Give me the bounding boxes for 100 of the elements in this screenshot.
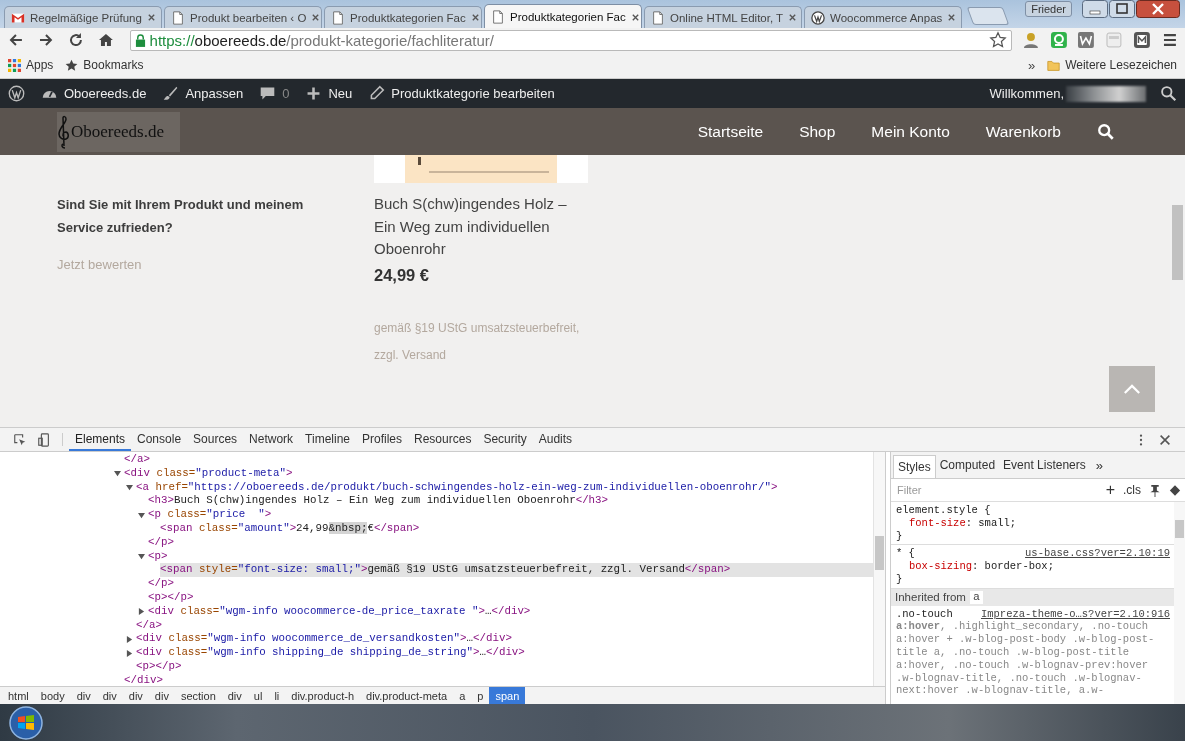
forward-icon[interactable] bbox=[37, 32, 54, 48]
address-bar[interactable]: https://oboereeds.de/produkt-kategorie/fachliteratur/ bbox=[129, 29, 1012, 51]
css-declaration[interactable]: font-size: small; bbox=[896, 516, 1170, 530]
browser-tab[interactable]: Regelmäßige Prüfung bbox=[4, 6, 162, 28]
person-icon[interactable] bbox=[1021, 31, 1040, 49]
close-icon[interactable] bbox=[470, 13, 480, 22]
disclosure-triangle-icon[interactable] bbox=[138, 511, 145, 519]
devtools-tab[interactable]: Profiles bbox=[356, 428, 409, 451]
device-icon[interactable] bbox=[37, 432, 51, 447]
dom-node[interactable]: <p></p> bbox=[136, 659, 873, 674]
dom-node[interactable]: <span style="font-size: small;">gemäß §19 UStG umsatzsteuerbefreit, zzgl. Versand</span> bbox=[160, 563, 873, 578]
search-icon[interactable] bbox=[1160, 85, 1177, 102]
bookmark-item[interactable]: Apps bbox=[8, 58, 54, 72]
search-icon[interactable] bbox=[1097, 122, 1115, 141]
breadcrumb-item[interactable]: div.product-h bbox=[285, 687, 361, 704]
breadcrumb-item[interactable]: div bbox=[96, 687, 123, 704]
nav-link[interactable]: Warenkorb bbox=[985, 122, 1061, 141]
dom-node[interactable]: </p> bbox=[148, 577, 873, 591]
dom-node[interactable]: <div class="product-meta"> bbox=[124, 466, 873, 481]
menu-icon[interactable] bbox=[1161, 31, 1179, 49]
site-link[interactable]: Oboereeds.de bbox=[41, 85, 147, 102]
more-tabs-button[interactable]: » bbox=[1089, 452, 1109, 478]
dom-node[interactable]: <p> bbox=[148, 549, 873, 564]
devtools-tab[interactable]: Sources bbox=[187, 428, 244, 451]
nav-link[interactable]: Shop bbox=[799, 122, 836, 141]
product-title[interactable]: Buch S(chw)ingendes Holz – Ein Weg zum individuellen Oboenrohr bbox=[374, 193, 579, 261]
breadcrumb-item[interactable]: span bbox=[489, 687, 526, 704]
breadcrumb-item[interactable]: div.product-meta bbox=[360, 687, 454, 704]
nav-link[interactable]: Mein Konto bbox=[871, 122, 950, 141]
nav-link[interactable]: Startseite bbox=[697, 122, 764, 141]
disclosure-triangle-icon[interactable] bbox=[126, 484, 133, 491]
dom-node[interactable]: <div class="wgm-info woocommerce-de_price_taxrate ">…</div> bbox=[148, 604, 873, 619]
breadcrumb-item[interactable]: p bbox=[471, 687, 490, 704]
bookmark-folder[interactable]: Weitere Lesezeichen bbox=[1047, 58, 1177, 72]
dom-node[interactable]: <div class="wgm-info woocommerce_de_versandkosten">…</div> bbox=[136, 632, 873, 647]
reload-icon[interactable] bbox=[67, 32, 84, 48]
bookmark-item[interactable]: Bookmarks bbox=[65, 58, 144, 72]
home-icon[interactable] bbox=[97, 32, 114, 48]
dom-node[interactable]: </p> bbox=[148, 535, 873, 550]
close-icon[interactable] bbox=[630, 12, 640, 22]
dom-node[interactable]: <p class="price "> bbox=[148, 508, 873, 522]
breadcrumb-item[interactable]: div bbox=[221, 687, 248, 704]
diamond-icon[interactable] bbox=[1169, 483, 1181, 497]
styles-tab[interactable]: Computed bbox=[935, 452, 1000, 478]
breadcrumb-item[interactable]: a bbox=[453, 687, 472, 704]
dom-node[interactable]: <span class="amount">24,99&nbsp;€</span> bbox=[160, 522, 873, 536]
disclosure-triangle-icon[interactable] bbox=[126, 649, 133, 657]
breadcrumb-item[interactable]: div bbox=[148, 687, 175, 704]
dom-node[interactable]: </a> bbox=[136, 618, 873, 633]
extension-icon[interactable] bbox=[1077, 31, 1096, 49]
css-declaration[interactable]: box-sizing: border-box; bbox=[896, 560, 1170, 573]
dom-node[interactable]: <p></p> bbox=[148, 590, 873, 605]
close-icon[interactable] bbox=[1158, 432, 1172, 447]
close-icon[interactable] bbox=[1136, 0, 1180, 18]
inspect-icon[interactable] bbox=[13, 432, 27, 447]
class-toggle-button[interactable]: .cls bbox=[1123, 483, 1141, 497]
close-icon[interactable] bbox=[311, 13, 321, 22]
filter-field[interactable]: Filter bbox=[895, 483, 1098, 497]
disclosure-triangle-icon[interactable] bbox=[138, 552, 145, 560]
close-icon[interactable] bbox=[146, 13, 156, 22]
styles-tab[interactable]: Styles bbox=[893, 455, 936, 478]
dom-node[interactable]: <a href="https://oboereeds.de/produkt/buch-schwingendes-holz-ein-weg-zum-individuellen-oboenrohr/"> bbox=[136, 480, 873, 495]
devtools-tab[interactable]: Elements bbox=[69, 428, 132, 451]
minimize-icon[interactable] bbox=[1082, 0, 1108, 18]
dom-node[interactable]: </div> bbox=[124, 673, 873, 686]
new-link[interactable]: Neu bbox=[305, 85, 353, 102]
browser-tab[interactable]: Produktkategorien Fac bbox=[484, 4, 642, 29]
browser-tab[interactable]: Woocommerce Anpas bbox=[804, 6, 962, 28]
breadcrumb-item[interactable]: body bbox=[34, 687, 71, 704]
browser-tab[interactable]: Produktkategorien Fac bbox=[324, 6, 482, 28]
breadcrumb-item[interactable]: div bbox=[122, 687, 149, 704]
bookmark-star-icon[interactable] bbox=[988, 31, 1007, 49]
inherited-element[interactable]: a bbox=[969, 590, 983, 604]
customize-link[interactable]: Anpassen bbox=[162, 85, 244, 102]
bookmarks-overflow-button[interactable]: » bbox=[1027, 57, 1036, 73]
devtools-tab[interactable]: Resources bbox=[408, 428, 478, 451]
start-button[interactable] bbox=[8, 704, 44, 741]
extension-icon[interactable] bbox=[1133, 31, 1152, 49]
breadcrumb-item[interactable]: section bbox=[174, 687, 222, 704]
styles-tab[interactable]: Event Listeners bbox=[999, 452, 1090, 478]
maximize-icon[interactable] bbox=[1109, 0, 1135, 18]
source-link[interactable]: us-base.css?ver=2.10:19 bbox=[1025, 547, 1170, 561]
dom-node[interactable]: <h3>Buch S(chw)ingendes Holz – Ein Weg zum individuellen Oboenrohr</h3> bbox=[148, 494, 873, 509]
dom-node[interactable]: </a> bbox=[124, 453, 873, 467]
dom-node[interactable]: <div class="wgm-info shipping_de shipping_de_string">…</div> bbox=[136, 646, 873, 660]
browser-tab[interactable]: Produkt bearbeiten ‹ O bbox=[164, 6, 322, 28]
breadcrumb-item[interactable]: ul bbox=[247, 687, 269, 704]
devtools-tab[interactable]: Timeline bbox=[299, 428, 356, 451]
comments-link[interactable]: 0 bbox=[259, 85, 290, 102]
disclosure-triangle-icon[interactable] bbox=[126, 635, 133, 643]
disclosure-triangle-icon[interactable] bbox=[114, 470, 121, 478]
breadcrumb-item[interactable]: html bbox=[2, 687, 35, 704]
edit-category-link[interactable]: Produktkategorie bearbeiten bbox=[368, 85, 555, 102]
devtools-tab[interactable]: Security bbox=[477, 428, 533, 451]
devtools-tab[interactable]: Audits bbox=[532, 428, 579, 451]
disclosure-triangle-icon[interactable] bbox=[138, 608, 145, 616]
close-icon[interactable] bbox=[947, 13, 957, 22]
source-link[interactable]: Impreza-theme-o…s?ver=2.10:916 bbox=[980, 607, 1170, 621]
close-icon[interactable] bbox=[788, 13, 798, 22]
wordpress-logo-icon[interactable] bbox=[8, 85, 25, 102]
